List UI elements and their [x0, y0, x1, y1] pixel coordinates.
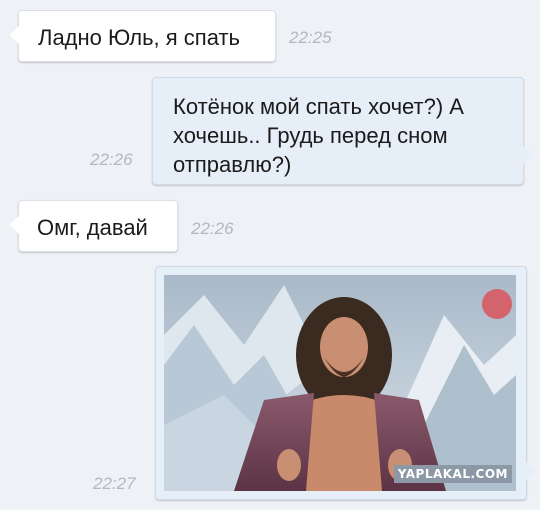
photo-icon [164, 275, 516, 491]
message-text: Ладно Юль, я спать [38, 25, 240, 50]
logo-badge-icon [482, 289, 512, 319]
photo-attachment[interactable]: YAPLAKAL.COM [164, 275, 516, 491]
message-timestamp: 22:26 [90, 150, 133, 169]
message-bubble-incoming[interactable]: Омг, давай [18, 200, 178, 252]
chat-view: Ладно Юль, я спать 22:25 Котёнок мой спа… [0, 0, 540, 510]
image-message-bubble[interactable]: YAPLAKAL.COM [155, 266, 527, 500]
message-text: Омг, давай [37, 215, 148, 240]
message-timestamp: 22:26 [191, 219, 234, 238]
message-bubble-outgoing[interactable]: Котёнок мой спать хочет?) А хочешь.. Гру… [152, 77, 524, 185]
message-text-line-3: отправлю?) [173, 152, 292, 177]
message-text-line-2: хочешь.. Грудь перед сном [173, 123, 448, 148]
message-timestamp: 22:25 [289, 28, 332, 47]
watermark-label: YAPLAKAL.COM [393, 465, 512, 483]
bubble-tail [523, 146, 533, 164]
message-text-line-1: Котёнок мой спать хочет?) А [173, 94, 464, 119]
message-timestamp: 22:27 [93, 474, 136, 493]
bubble-tail [526, 462, 536, 480]
bubble-tail [9, 26, 19, 44]
bubble-tail [9, 216, 19, 234]
message-bubble-incoming[interactable]: Ладно Юль, я спать [18, 10, 276, 62]
